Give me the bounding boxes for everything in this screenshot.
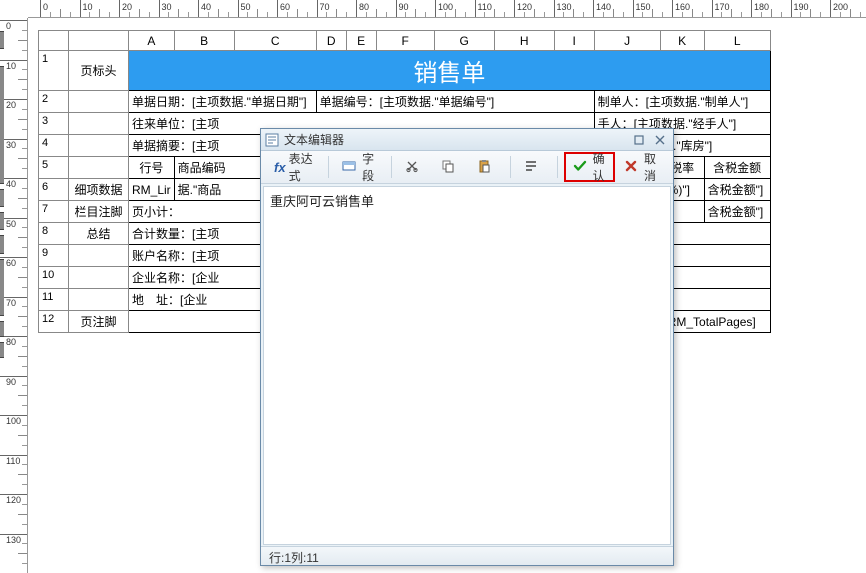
col-L[interactable]: L	[704, 31, 770, 51]
ruler-horizontal: 0102030405060708090100110120130140150160…	[28, 0, 866, 18]
cancel-button[interactable]: 取消	[617, 155, 667, 179]
col-B[interactable]: B	[174, 31, 234, 51]
dialog-title: 文本编辑器	[284, 131, 344, 148]
wrap-icon	[524, 159, 541, 176]
ruler-vertical: 0102030405060708090100110120130	[0, 18, 28, 573]
col-C[interactable]: C	[234, 31, 316, 51]
cross-icon	[624, 159, 641, 176]
col-G[interactable]: G	[434, 31, 494, 51]
cell-lineno-hdr[interactable]: 行号	[129, 157, 175, 179]
col-F[interactable]: F	[376, 31, 434, 51]
report-title[interactable]: 销售单	[129, 51, 771, 91]
col-D[interactable]: D	[316, 31, 346, 51]
cell-bill-no[interactable]: 单据编号：[主项数据."单据编号"]	[316, 91, 594, 113]
cut-button[interactable]	[398, 155, 432, 179]
copy-button[interactable]	[434, 155, 468, 179]
copy-icon	[441, 159, 458, 176]
row-label-summary: 总结	[69, 223, 129, 245]
paste-button[interactable]	[470, 155, 504, 179]
dialog-statusbar: 行:1列:11	[261, 546, 673, 565]
row-label-page-footer: 页注脚	[69, 311, 129, 333]
cell-taxamt[interactable]: 含税金额"]	[704, 179, 770, 201]
check-icon	[573, 159, 590, 176]
cell-sub-taxamt[interactable]: 含税金额"]	[704, 201, 770, 223]
column-header-row: A B C D E F G H I J K L	[39, 31, 771, 51]
field-icon	[342, 159, 359, 176]
dialog-titlebar[interactable]: 文本编辑器	[261, 129, 673, 151]
row-1: 1 页标头 销售单	[39, 51, 771, 91]
text-editor-dialog: 文本编辑器 fx 表达式 字段	[260, 128, 674, 566]
cell-maker[interactable]: 制单人：[主项数据."制单人"]	[594, 91, 770, 113]
col-K[interactable]: K	[660, 31, 704, 51]
cell-bill-date[interactable]: 单据日期：[主项数据."单据日期"]	[129, 91, 317, 113]
close-button[interactable]	[651, 133, 669, 147]
expression-button[interactable]: fx 表达式	[267, 155, 322, 179]
row-label-detail: 细项数据	[69, 179, 129, 201]
editor-content: 重庆阿可云销售单	[270, 194, 374, 209]
col-J[interactable]: J	[594, 31, 660, 51]
field-button[interactable]: 字段	[335, 155, 385, 179]
maximize-button[interactable]	[630, 133, 648, 147]
row-label-colfooter: 栏目注脚	[69, 201, 129, 223]
wrap-button[interactable]	[517, 155, 551, 179]
cursor-position: 行:1列:11	[269, 551, 319, 565]
dialog-icon	[265, 133, 279, 147]
col-H[interactable]: H	[494, 31, 554, 51]
col-I[interactable]: I	[554, 31, 594, 51]
fx-icon: fx	[274, 160, 286, 175]
row-2: 2 单据日期：[主项数据."单据日期"] 单据编号：[主项数据."单据编号"] …	[39, 91, 771, 113]
dialog-toolbar: fx 表达式 字段	[261, 151, 673, 184]
row-label-page-header: 页标头	[69, 51, 129, 91]
scissors-icon	[405, 159, 422, 176]
editor-textarea[interactable]: 重庆阿可云销售单	[263, 186, 671, 545]
confirm-button[interactable]: 确认	[566, 155, 613, 179]
col-E[interactable]: E	[346, 31, 376, 51]
paste-icon	[477, 159, 494, 176]
col-A[interactable]: A	[129, 31, 175, 51]
cell-taxamt-hdr[interactable]: 含税金额	[704, 157, 770, 179]
cell-rmlineno[interactable]: RM_Lir	[129, 179, 175, 201]
design-canvas: A B C D E F G H I J K L 1 页标头 销售单 2	[28, 18, 866, 573]
